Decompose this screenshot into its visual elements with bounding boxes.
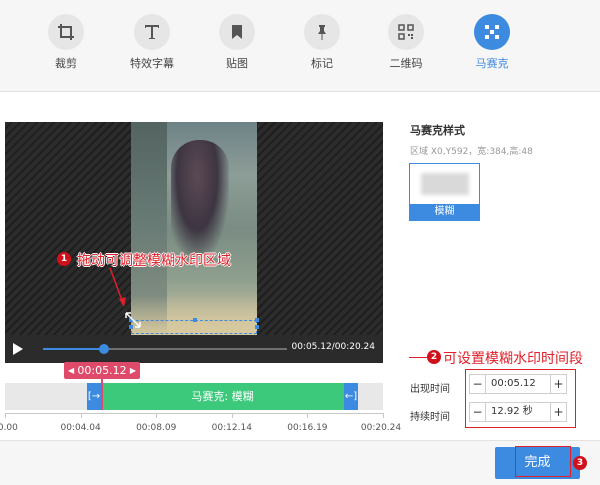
crop-icon [48, 14, 84, 50]
blur-preview [421, 173, 469, 195]
bookmark-icon [219, 14, 255, 50]
playhead-line[interactable] [101, 378, 103, 410]
annotation-1-badge: 1 [57, 252, 71, 266]
progress-track[interactable] [43, 344, 287, 354]
timeline-tick-label: 00:20.24 [360, 423, 402, 433]
duration-label: 持续时间 [410, 412, 450, 423]
tool-mosaic[interactable]: 马赛克 [462, 14, 522, 71]
duration-stepper: − 12.92 秒 + [469, 402, 567, 422]
progress-knob[interactable] [99, 344, 109, 354]
annotation-1-arrow [109, 267, 126, 307]
tool-label: 马赛克 [475, 57, 509, 70]
timeline-tick-label: 00.00 [0, 423, 18, 433]
resize-handle[interactable] [255, 325, 259, 329]
panel-title: 马赛克样式 [410, 124, 465, 137]
toolbar: 裁剪 特效字幕 贴图 标记 二维码 马赛克 [0, 0, 600, 92]
bracket-left-icon: ←] [344, 391, 358, 402]
duration-input[interactable]: 12.92 秒 [486, 403, 550, 421]
playhead-tag[interactable]: ◀ 00:05.12 ▶ [64, 362, 140, 379]
player-time: 00:05.12/00:20.24 [291, 342, 375, 352]
video-preview [5, 122, 383, 335]
annotation-2-line [409, 357, 427, 358]
timeline-tick [5, 413, 6, 418]
bracket-right-icon: [→ [87, 391, 101, 402]
region-info: 区域 X0,Y592，宽:384,高:48 [410, 147, 533, 157]
tool-mark[interactable]: 标记 [292, 14, 352, 71]
timeline-tick [383, 413, 384, 418]
appear-time-input[interactable]: 00:05.12 [486, 375, 550, 393]
timeline-tick [80, 413, 82, 418]
tool-sticker[interactable]: 贴图 [207, 14, 267, 71]
duration-plus-button[interactable]: + [550, 403, 566, 421]
resize-handle[interactable] [193, 318, 197, 322]
caret-right-icon: ▶ [129, 366, 136, 375]
move-cursor-icon [125, 312, 141, 328]
video-figure [171, 140, 229, 260]
pin-icon [304, 14, 340, 50]
duration-minus-button[interactable]: − [470, 403, 486, 421]
text-icon [134, 14, 170, 50]
appear-time-plus-button[interactable]: + [550, 375, 566, 393]
resize-handle[interactable] [255, 318, 259, 322]
timeline-tick [307, 413, 309, 418]
appear-time-minus-button[interactable]: − [470, 375, 486, 393]
tool-label: 裁剪 [55, 57, 77, 70]
timeline-tick [156, 413, 158, 418]
segment-end-handle[interactable]: ←] [344, 383, 358, 410]
annotation-3-badge: 3 [573, 456, 587, 470]
qrcode-icon [388, 14, 424, 50]
annotation-2-badge: 2 [427, 350, 441, 364]
done-button[interactable]: 完成 [495, 447, 580, 479]
style-option-blur[interactable]: 模糊 [409, 163, 480, 221]
play-icon[interactable] [13, 343, 23, 355]
playhead-time: 00:05.12 [77, 364, 127, 377]
mosaic-region-selection[interactable] [129, 318, 259, 334]
appear-time-stepper: − 00:05.12 + [469, 374, 567, 394]
timeline-tick-label: 00:16.19 [287, 423, 328, 433]
player-controls: 00:05.12/00:20.24 [5, 335, 383, 363]
tool-label: 贴图 [226, 57, 248, 70]
timeline-ruler [5, 413, 383, 414]
appear-time-label: 出现时间 [410, 384, 450, 395]
tool-label: 特效字幕 [130, 57, 174, 70]
mosaic-icon [474, 14, 510, 50]
timeline-tick-label: 00:08.09 [136, 423, 177, 433]
segment-start-handle[interactable]: [→ [87, 383, 101, 410]
timeline-tick-label: 00:12.14 [211, 423, 252, 433]
tool-label: 二维码 [389, 57, 423, 70]
mosaic-segment-label: 马赛克: 模糊 [191, 390, 254, 403]
annotation-1-text: 拖动可调整模糊水印区域 [77, 253, 231, 269]
progress-fill [43, 348, 104, 350]
annotation-2-text: 可设置模糊水印时间段 [443, 351, 583, 367]
timeline-tick-label: 00:04.04 [60, 423, 101, 433]
tool-qrcode[interactable]: 二维码 [376, 14, 436, 71]
video-frame [131, 122, 257, 335]
style-option-label: 模糊 [410, 204, 479, 220]
caret-left-icon: ◀ [68, 366, 75, 375]
timeline-tick [231, 413, 233, 418]
tool-crop[interactable]: 裁剪 [36, 14, 96, 71]
tool-effect-subtitle[interactable]: 特效字幕 [122, 14, 182, 71]
tool-label: 标记 [311, 57, 333, 70]
